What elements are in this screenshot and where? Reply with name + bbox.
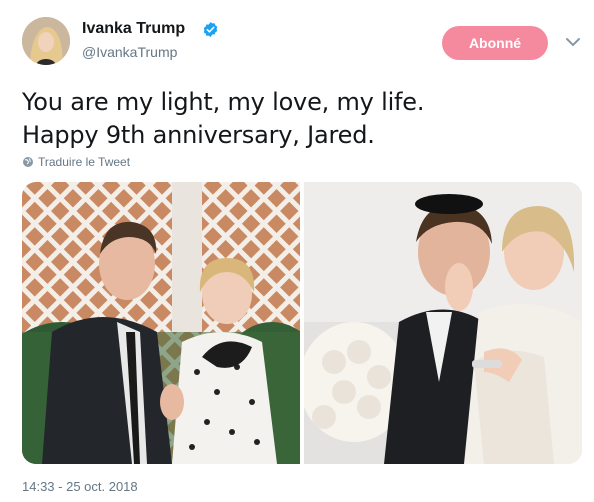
translate-link[interactable]: Traduire le Tweet [22,155,130,169]
tweet-text: You are my light, my love, my life. Happ… [22,86,424,152]
tweet-timestamp[interactable]: 14:33 - 25 oct. 2018 [22,479,138,494]
tweet-photo-1[interactable] [22,182,300,464]
avatar[interactable] [22,17,70,65]
globe-icon [23,157,33,167]
author-handle[interactable]: @IvankaTrump [82,44,177,60]
tweet-photo-2[interactable] [304,182,582,464]
translate-label[interactable]: Traduire le Tweet [38,155,130,169]
photo-grid [22,182,582,464]
follow-button[interactable]: Abonné [442,26,548,60]
verified-badge-icon [203,22,218,37]
author-name[interactable]: Ivanka Trump [82,20,185,38]
tweet-text-line-1: You are my light, my love, my life. [22,88,425,116]
tweet-text-line-2: Happy 9th anniversary, Jared. [22,121,375,149]
chevron-down-icon[interactable] [565,36,581,48]
